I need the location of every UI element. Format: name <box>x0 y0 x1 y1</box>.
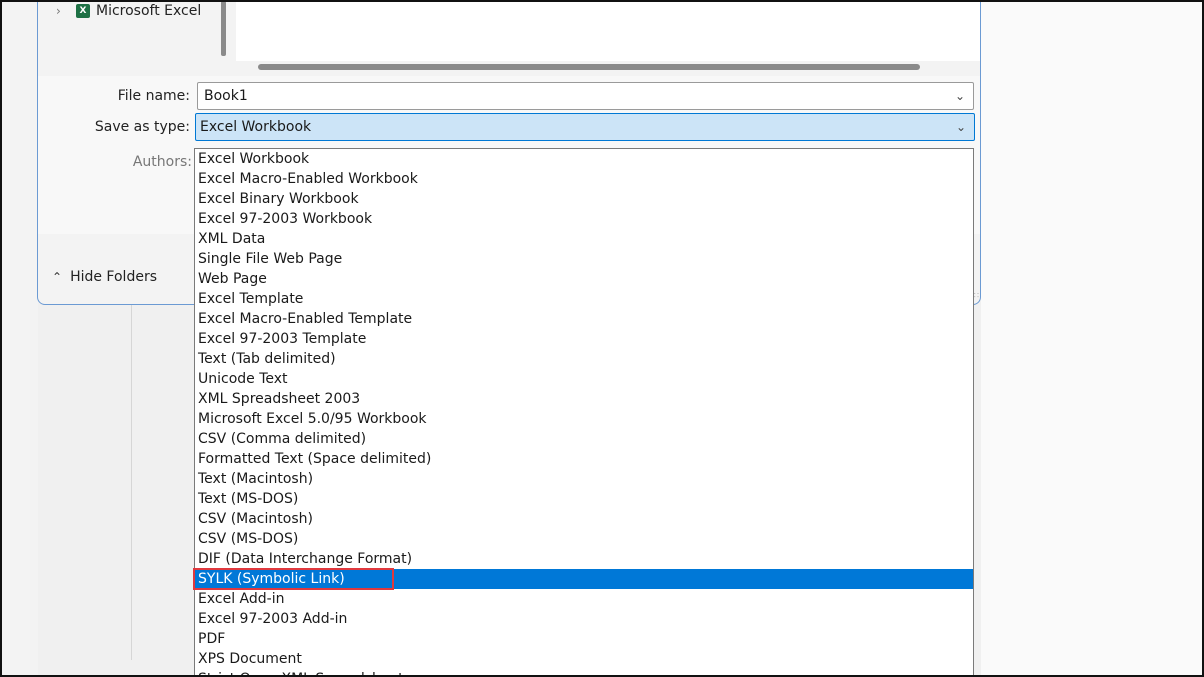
chevron-up-icon: ⌃ <box>52 270 63 284</box>
dropdown-option[interactable]: Single File Web Page <box>195 249 973 269</box>
horizontal-scrollbar-thumb[interactable] <box>258 64 920 70</box>
save-as-type-label: Save as type: <box>94 119 190 135</box>
dropdown-option[interactable]: CSV (MS-DOS) <box>195 529 973 549</box>
dropdown-option[interactable]: Text (Macintosh) <box>195 469 973 489</box>
dropdown-option[interactable]: CSV (Macintosh) <box>195 509 973 529</box>
file-name-value: Book1 <box>204 88 248 104</box>
dropdown-option[interactable]: Excel Macro-Enabled Workbook <box>195 169 973 189</box>
resize-grip-icon[interactable]: ∷ <box>974 291 979 300</box>
dropdown-option[interactable]: Text (Tab delimited) <box>195 349 973 369</box>
dropdown-option[interactable]: Formatted Text (Space delimited) <box>195 449 973 469</box>
dropdown-option[interactable]: XML Data <box>195 229 973 249</box>
dropdown-option[interactable]: Unicode Text <box>195 369 973 389</box>
excel-icon: X <box>76 4 90 18</box>
dropdown-option[interactable]: PDF <box>195 629 973 649</box>
authors-label: Authors: <box>132 154 192 170</box>
tree-scrollbar-thumb[interactable] <box>221 1 226 56</box>
dropdown-option[interactable]: Excel 97-2003 Add-in <box>195 609 973 629</box>
file-name-field[interactable]: Book1 ⌄ <box>197 82 974 110</box>
dropdown-option[interactable]: Excel 97-2003 Template <box>195 329 973 349</box>
dropdown-option[interactable]: Excel Binary Workbook <box>195 189 973 209</box>
background-divider <box>131 300 132 660</box>
tree-item-excel[interactable]: › X Microsoft Excel <box>56 3 201 19</box>
hide-folders-label: Hide Folders <box>70 269 157 285</box>
save-as-type-value: Excel Workbook <box>200 119 312 135</box>
chevron-down-icon[interactable]: ⌄ <box>956 120 966 134</box>
chevron-right-icon[interactable]: › <box>56 4 68 18</box>
dropdown-option[interactable]: SYLK (Symbolic Link) <box>195 569 973 589</box>
tree-item-label: Microsoft Excel <box>96 3 202 19</box>
dropdown-option[interactable]: Microsoft Excel 5.0/95 Workbook <box>195 409 973 429</box>
background-right-area <box>981 0 1202 677</box>
file-name-label: File name: <box>117 88 190 104</box>
hide-folders-button[interactable]: ⌃ Hide Folders <box>52 269 157 285</box>
dropdown-option[interactable]: XML Spreadsheet 2003 <box>195 389 973 409</box>
dropdown-option[interactable]: Excel Macro-Enabled Template <box>195 309 973 329</box>
dropdown-option[interactable]: CSV (Comma delimited) <box>195 429 973 449</box>
background-left-strip <box>2 0 38 677</box>
dropdown-option[interactable]: Excel 97-2003 Workbook <box>195 209 973 229</box>
dropdown-option[interactable]: DIF (Data Interchange Format) <box>195 549 973 569</box>
dropdown-option[interactable]: Excel Workbook <box>195 149 973 169</box>
navigation-tree: › X Microsoft Excel <box>40 1 212 76</box>
file-list-pane <box>236 1 980 61</box>
dropdown-option[interactable]: Excel Add-in <box>195 589 973 609</box>
dropdown-option[interactable]: Excel Template <box>195 289 973 309</box>
dropdown-option[interactable]: Strict Open XML Spreadsheet <box>195 669 973 677</box>
chevron-down-icon[interactable]: ⌄ <box>955 89 965 103</box>
dropdown-option[interactable]: Web Page <box>195 269 973 289</box>
dropdown-option[interactable]: XPS Document <box>195 649 973 669</box>
horizontal-scrollbar[interactable] <box>236 61 980 76</box>
dropdown-option[interactable]: Text (MS-DOS) <box>195 489 973 509</box>
tree-scrollbar[interactable] <box>213 1 231 76</box>
save-as-type-select[interactable]: Excel Workbook ⌄ <box>195 113 975 141</box>
save-as-type-dropdown-list[interactable]: Excel Workbook Excel Macro-Enabled Workbo… <box>194 148 974 677</box>
